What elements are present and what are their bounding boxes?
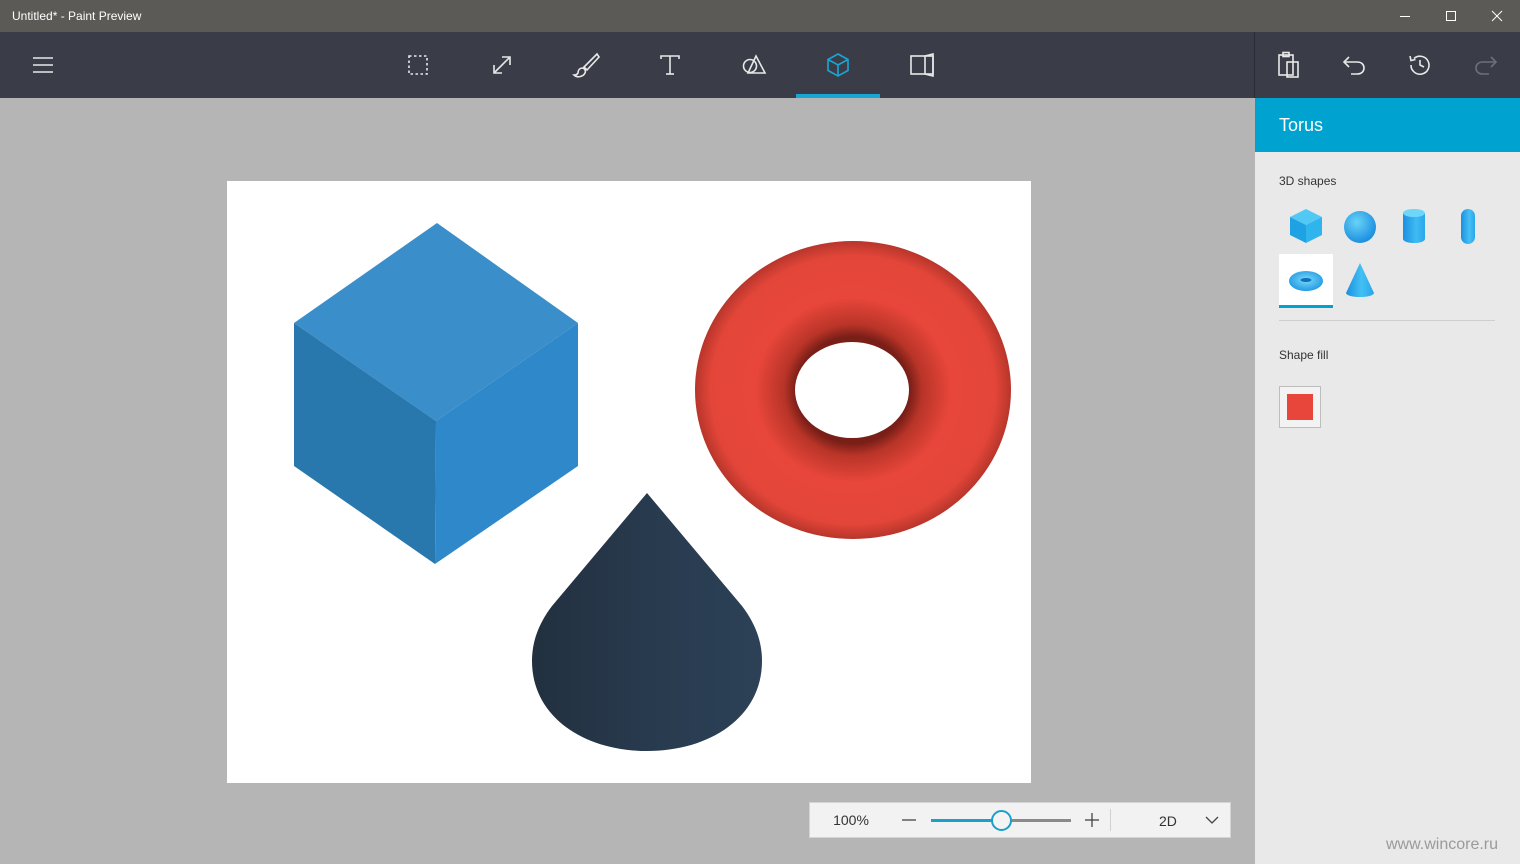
shape-fill-label: Shape fill [1279,348,1329,362]
view-mode-label: 2D [1159,813,1177,829]
history-icon [1409,55,1430,75]
menu-button[interactable] [1,32,85,98]
brush-tool-button[interactable] [544,32,628,98]
shapes-section-label: 3D shapes [1279,174,1337,188]
maximize-icon [1446,11,1456,21]
chevron-down-icon [1205,816,1219,824]
shape-fill-color [1287,394,1313,420]
paste-icon [1278,51,1299,78]
cone-icon [1346,263,1374,297]
canvas-icon [910,53,934,77]
toolbar [0,32,1520,98]
select-tool-button[interactable] [376,32,460,98]
canvas-area: 100% 2D [0,98,1255,864]
2d-shapes-tool-button[interactable] [712,32,796,98]
zoom-slider-thumb[interactable] [990,810,1012,831]
undo-icon [1342,56,1365,75]
close-button[interactable] [1474,0,1520,32]
minimize-button[interactable] [1382,0,1428,32]
watermark: www.wincore.ru [1386,836,1499,853]
plus-icon [1085,813,1099,827]
cube-object[interactable] [294,223,578,564]
text-icon [660,55,680,75]
2d-shapes-icon [742,54,767,74]
torus-object[interactable] [695,241,1011,539]
cone-object[interactable] [532,493,762,751]
view-mode-dropdown[interactable]: 2D [1111,803,1229,837]
sphere-icon [1344,211,1376,243]
zoom-in-button[interactable] [1079,803,1105,837]
window-title: Untitled* - Paint Preview [12,9,142,23]
brush-icon [572,52,600,78]
hamburger-menu-icon [33,57,53,73]
maximize-button[interactable] [1428,0,1474,32]
paste-button[interactable] [1255,32,1321,98]
capsule-icon [1461,209,1475,244]
drawing-canvas[interactable] [227,181,1031,783]
history-button[interactable] [1387,32,1453,98]
crop-resize-icon [493,56,511,74]
panel-header: Torus [1255,98,1520,152]
title-bar: Untitled* - Paint Preview [0,0,1520,32]
cylinder-icon [1403,209,1425,243]
crop-resize-tool-button[interactable] [460,32,544,98]
minimize-icon [1400,16,1410,17]
3d-objects-icon [827,53,849,77]
text-tool-button[interactable] [628,32,712,98]
shape-capsule-button[interactable] [1441,200,1495,252]
canvas-tool-button[interactable] [880,32,964,98]
zoom-bar: 100% 2D [809,802,1231,838]
redo-button[interactable] [1453,32,1519,98]
panel-divider [1279,320,1495,321]
shape-cube-button[interactable] [1279,200,1333,252]
zoom-value: 100% [833,812,869,828]
redo-icon [1475,56,1498,75]
shape-fill-swatch[interactable] [1279,386,1321,428]
close-icon [1491,10,1503,22]
shape-cylinder-button[interactable] [1387,200,1441,252]
undo-button[interactable] [1321,32,1387,98]
select-icon [408,55,428,75]
canvas-scene [294,223,1011,751]
minus-icon [902,819,916,821]
cube-icon [1290,209,1322,243]
torus-icon [1289,271,1323,291]
shape-cone-button[interactable] [1333,254,1387,306]
zoom-out-button[interactable] [896,803,922,837]
zoom-slider[interactable] [931,810,1071,831]
shape-torus-button[interactable] [1279,254,1333,308]
panel-title: Torus [1279,115,1324,135]
side-panel: Torus 3D shapes Shape fill [1255,98,1520,864]
shape-sphere-button[interactable] [1333,200,1387,252]
3d-objects-tool-button[interactable] [796,32,880,98]
